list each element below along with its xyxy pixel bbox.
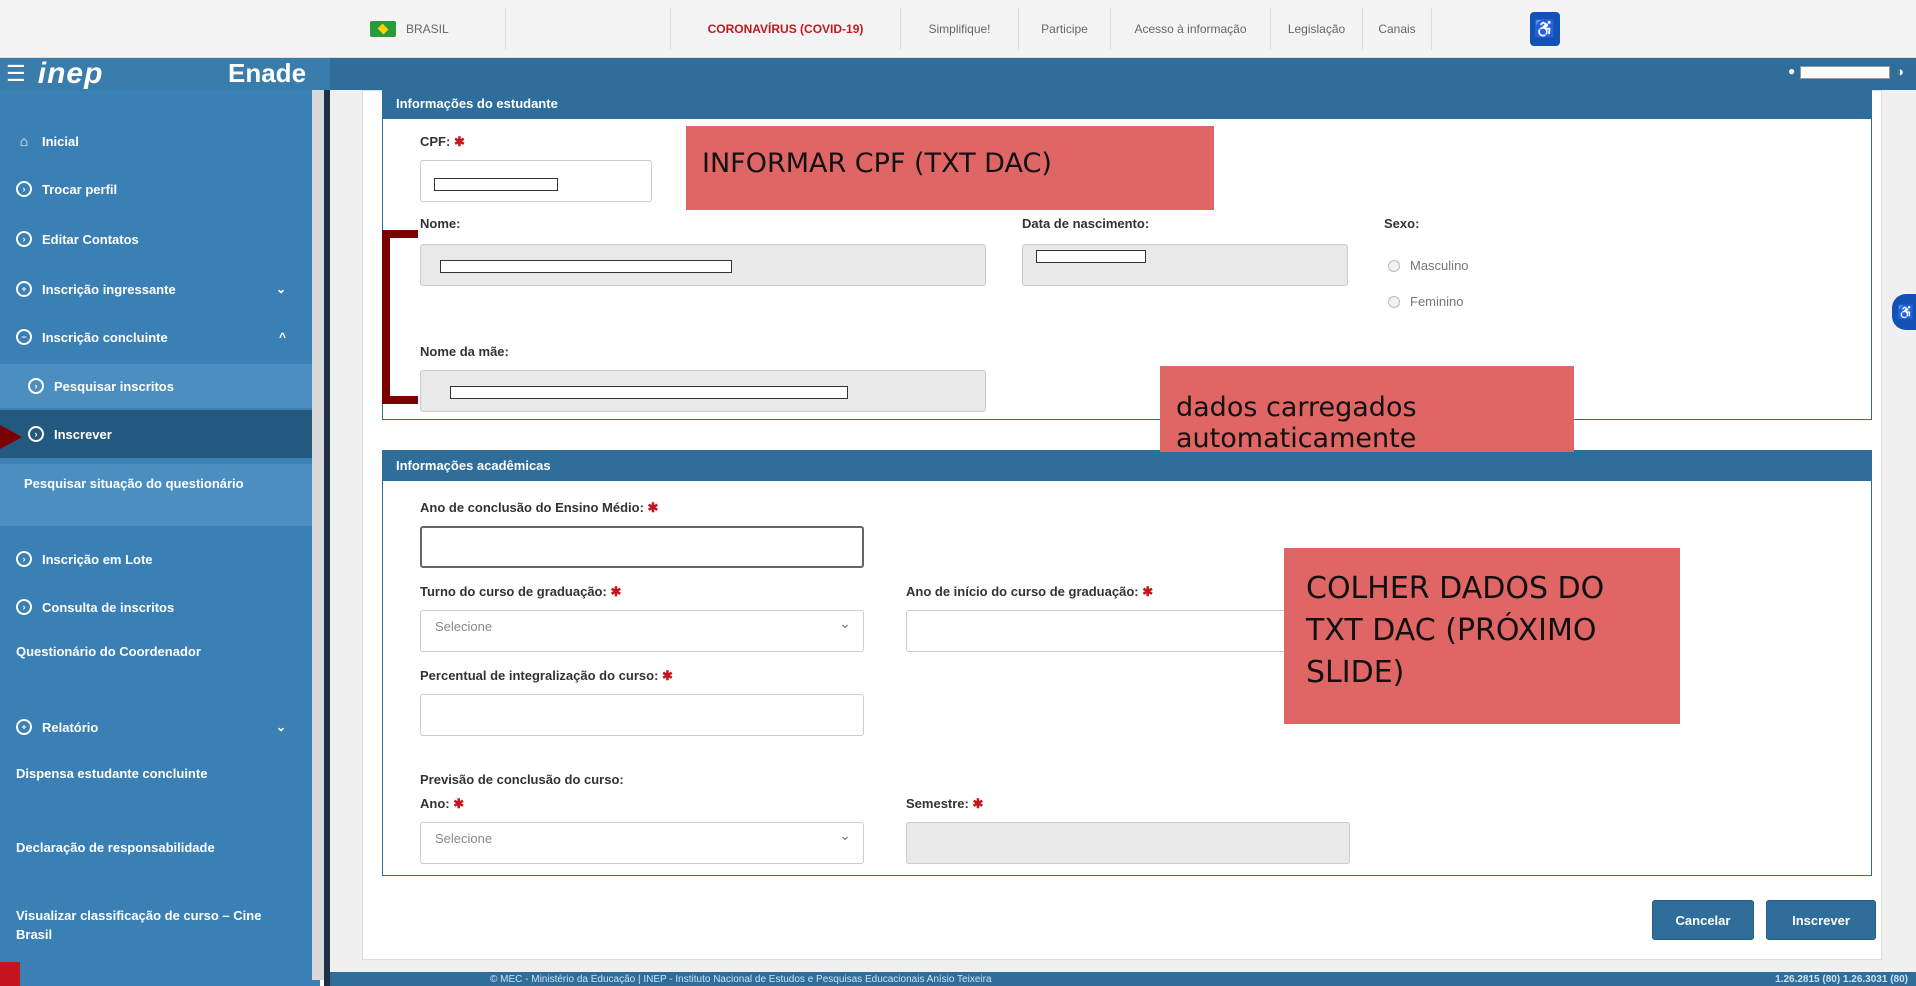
annotation-bracket xyxy=(382,230,418,404)
circle-arrow-icon: › xyxy=(16,551,32,567)
year-label: Ano: ✱ xyxy=(420,796,465,811)
gov-link-covid[interactable]: CORONAVÍRUS (COVID-19) xyxy=(670,8,900,50)
shift-select[interactable]: Selecione xyxy=(420,610,864,652)
gov-link-acesso-informacao[interactable]: Acesso à informação xyxy=(1110,8,1270,50)
home-icon: ⌂ xyxy=(19,133,29,149)
accessibility-side-icon[interactable]: ♿ xyxy=(1892,294,1916,330)
gov-link-legislacao[interactable]: Legislação xyxy=(1270,8,1362,50)
mother-name-redacted xyxy=(450,386,848,399)
gov-brasil-link[interactable]: BRASIL xyxy=(370,8,505,50)
chevron-down-icon: ⌄ xyxy=(275,282,286,296)
gov-bar: BRASIL CORONAVÍRUS (COVID-19) Simplifiqu… xyxy=(0,0,1916,58)
footer: © MEC - Ministério da Educação | INEP - … xyxy=(330,972,1916,986)
radio-dot xyxy=(1388,295,1400,308)
mother-name-label: Nome da mãe: xyxy=(420,344,509,359)
pointer-arrow xyxy=(0,425,22,449)
annotation-collect: COLHER DADOS DO TXT DAC (PRÓXIMO SLIDE) xyxy=(1284,548,1680,724)
forecast-label: Previsão de conclusão do curso: xyxy=(420,772,624,787)
chevron-down-icon: ⌄ xyxy=(275,720,286,734)
birthdate-redacted xyxy=(1036,250,1146,263)
sidebar-item-consulta-inscritos[interactable]: › Consulta de inscritos xyxy=(0,590,312,624)
submit-button[interactable]: Inscrever xyxy=(1766,900,1876,940)
app-name: Enade xyxy=(228,58,307,88)
circle-minus-icon: − xyxy=(16,329,32,345)
footer-version: 1.26.2815 (80) 1.26.3031 (80) xyxy=(1775,973,1908,985)
annotation-cpf: INFORMAR CPF (TXT DAC) xyxy=(686,126,1214,210)
semester-select[interactable] xyxy=(906,822,1350,864)
hamburger-icon[interactable]: ☰ xyxy=(6,63,26,85)
circle-arrow-icon: › xyxy=(28,378,44,394)
cpf-redacted xyxy=(434,178,558,191)
panel-header-student: Informações do estudante xyxy=(382,88,1872,118)
sidebar-item-inicial[interactable]: ⌂ Inicial xyxy=(0,124,312,158)
gov-link-canais[interactable]: Canais xyxy=(1362,8,1432,50)
sidebar-item-visualizar-classificacao[interactable]: Visualizar classificação de curso – Cine… xyxy=(0,906,270,958)
gov-spacer xyxy=(505,8,670,50)
year-select[interactable]: Selecione xyxy=(420,822,864,864)
circle-arrow-icon: › xyxy=(16,181,32,197)
gov-link-simplifique[interactable]: Simplifique! xyxy=(900,8,1018,50)
panel-header-academic: Informações acadêmicas xyxy=(382,450,1872,480)
sex-label: Sexo: xyxy=(1384,216,1420,231)
sidebar-item-questionario-coordenador[interactable]: Questionário do Coordenador xyxy=(0,642,240,690)
sidebar-item-relatorio[interactable]: + Relatório ⌄ xyxy=(0,710,312,744)
sex-radio-feminino[interactable]: Feminino xyxy=(1388,294,1463,309)
circle-arrow-icon: › xyxy=(28,426,44,442)
user-icon: ● xyxy=(1788,64,1796,78)
shift-label: Turno do curso de graduação: ✱ xyxy=(420,584,622,599)
circle-arrow-icon: › xyxy=(16,599,32,615)
semester-label: Semestre: ✱ xyxy=(906,796,984,811)
circle-arrow-icon: › xyxy=(16,231,32,247)
cpf-label: CPF: ✱ xyxy=(420,134,465,149)
username-redacted xyxy=(1800,66,1890,79)
start-year-label: Ano de início do curso de graduação: ✱ xyxy=(906,584,1154,599)
sidebar-item-inscricao-ingressante[interactable]: + Inscrição ingressante ⌄ xyxy=(0,272,312,306)
logout-icon[interactable]: ◑ xyxy=(1896,64,1904,79)
sidebar-item-dispensa-estudante[interactable]: Dispensa estudante concluinte xyxy=(0,764,240,814)
sidebar-item-inscrever[interactable]: › Inscrever xyxy=(0,410,312,458)
corner-marker xyxy=(0,962,20,986)
sidebar-item-editar-contatos[interactable]: › Editar Contatos xyxy=(0,222,312,256)
inep-logo: inep xyxy=(37,57,104,90)
hs-year-input[interactable] xyxy=(420,526,864,568)
percent-label: Percentual de integralização do curso: ✱ xyxy=(420,668,673,683)
footer-text: © MEC - Ministério da Educação | INEP - … xyxy=(490,973,992,985)
accessibility-icon[interactable]: ♿ xyxy=(1530,12,1560,46)
sidebar-item-declaracao-responsabilidade[interactable]: Declaração de responsabilidade xyxy=(0,838,240,888)
sidebar-item-inscricao-concluinte[interactable]: − Inscrição concluinte ^ xyxy=(0,320,312,354)
name-label: Nome: xyxy=(420,216,461,231)
sex-radio-masculino[interactable]: Masculino xyxy=(1388,258,1469,273)
radio-dot xyxy=(1388,259,1400,272)
sidebar-item-pesquisar-inscritos[interactable]: › Pesquisar inscritos xyxy=(0,364,312,408)
name-redacted xyxy=(440,260,732,273)
chevron-up-icon: ^ xyxy=(278,330,286,344)
brazil-flag-icon xyxy=(370,21,396,37)
sidebar-item-pesquisar-situacao[interactable]: Pesquisar situação do questionário xyxy=(0,464,312,526)
annotation-auto-loaded: dados carregados automaticamente xyxy=(1160,366,1574,454)
cancel-button[interactable]: Cancelar xyxy=(1652,900,1754,940)
sidebar-item-inscricao-lote[interactable]: › Inscrição em Lote xyxy=(0,542,312,576)
logo-area: ☰ inep Enade xyxy=(0,57,330,90)
circle-plus-icon: + xyxy=(16,719,32,735)
sidebar-scrollbar[interactable] xyxy=(312,90,324,980)
gov-link-participe[interactable]: Participe xyxy=(1018,8,1110,50)
percent-input[interactable] xyxy=(420,694,864,736)
circle-plus-icon: + xyxy=(16,281,32,297)
sidebar-item-trocar-perfil[interactable]: › Trocar perfil xyxy=(0,172,312,206)
hs-year-label: Ano de conclusão do Ensino Médio: ✱ xyxy=(420,500,659,515)
birthdate-label: Data de nascimento: xyxy=(1022,216,1150,231)
